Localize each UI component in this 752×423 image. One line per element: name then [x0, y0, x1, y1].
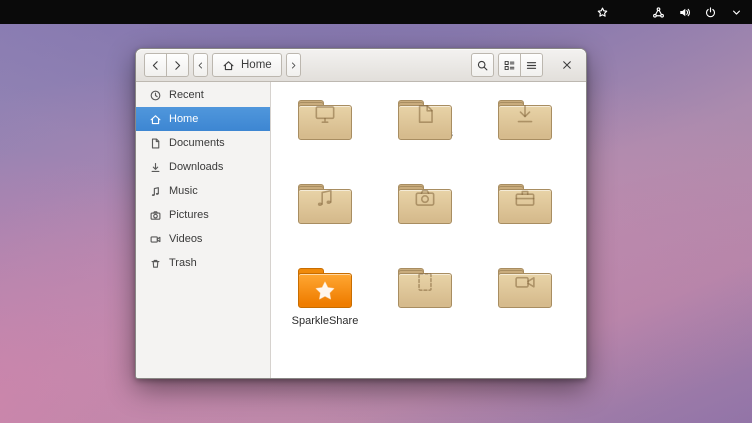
sidebar-item-label: Recent: [169, 89, 204, 101]
file-label: Projects: [505, 212, 545, 224]
window-body: Recent Home Documents Downloads Music: [136, 82, 586, 378]
sidebar: Recent Home Documents Downloads Music: [136, 82, 271, 378]
star-icon[interactable]: [596, 6, 609, 19]
volume-icon[interactable]: [678, 6, 691, 19]
music-emblem: [298, 191, 352, 205]
nav-button-group: [144, 53, 189, 77]
file-item-music[interactable]: Music: [298, 184, 352, 224]
menu-button[interactable]: [520, 53, 543, 77]
system-tray: [596, 6, 743, 19]
video-icon: [149, 233, 162, 246]
path-scroll-left-button[interactable]: [193, 53, 208, 77]
search-icon: [476, 59, 489, 72]
chevron-down-icon[interactable]: [730, 6, 743, 19]
templates-emblem: [398, 275, 452, 289]
file-label: Documents: [397, 128, 453, 140]
recent-icon: [149, 89, 162, 102]
file-label: Pictures: [405, 212, 445, 224]
close-button[interactable]: [556, 54, 578, 76]
sidebar-item-videos[interactable]: Videos: [136, 227, 270, 251]
folder-icon: [298, 268, 352, 308]
file-label: Videos: [508, 296, 541, 308]
sidebar-item-music[interactable]: Music: [136, 179, 270, 203]
file-label: Desktop: [305, 128, 345, 140]
sidebar-item-documents[interactable]: Documents: [136, 131, 270, 155]
folder-icon: [498, 270, 552, 289]
file-label: Music: [311, 212, 340, 224]
file-item-desktop[interactable]: Desktop: [298, 100, 352, 140]
folder-icon: [298, 186, 352, 205]
path-scroll-right-button[interactable]: [286, 53, 301, 77]
sidebar-item-home[interactable]: Home: [136, 107, 270, 131]
file-item-templates[interactable]: Templates: [398, 268, 452, 308]
file-label: Templates: [400, 296, 450, 308]
headerbar: Home: [136, 49, 586, 82]
videos-emblem: [498, 275, 552, 289]
folder-icon: [498, 186, 552, 205]
view-button-group: [498, 53, 543, 77]
sidebar-item-downloads[interactable]: Downloads: [136, 155, 270, 179]
menu-icon: [525, 59, 538, 72]
file-item-videos[interactable]: Videos: [498, 268, 552, 308]
sidebar-item-label: Videos: [169, 233, 202, 245]
home-icon: [222, 59, 235, 72]
folder-icon: [398, 186, 452, 205]
forward-button[interactable]: [166, 53, 189, 77]
trash-icon: [149, 257, 162, 270]
pictures-emblem: [398, 191, 452, 205]
path-home-button[interactable]: Home: [212, 53, 282, 77]
star-emblem: [298, 273, 352, 308]
chevron-right-icon: [289, 61, 298, 70]
power-icon[interactable]: [704, 6, 717, 19]
sidebar-item-recent[interactable]: Recent: [136, 83, 270, 107]
folder-icon: [498, 102, 552, 121]
sidebar-item-pictures[interactable]: Pictures: [136, 203, 270, 227]
downloads-emblem: [498, 107, 552, 121]
documents-emblem: [398, 107, 452, 121]
file-grid: Desktop Documents Downloads: [271, 82, 586, 378]
file-label: Downloads: [498, 128, 552, 140]
folder-icon: [398, 102, 452, 121]
file-item-sparkleshare[interactable]: SparkleShare: [277, 266, 373, 350]
folder-icon: [398, 270, 452, 289]
home-icon: [149, 113, 162, 126]
view-toggle-button[interactable]: [498, 53, 521, 77]
sidebar-item-label: Downloads: [169, 161, 223, 173]
files-window: Home: [135, 48, 587, 379]
document-icon: [149, 137, 162, 150]
view-toggle-icon: [503, 59, 516, 72]
top-bar: [0, 0, 752, 24]
chevron-right-icon: [171, 59, 184, 72]
desktop-wallpaper: Home: [0, 0, 752, 423]
network-icon[interactable]: [652, 6, 665, 19]
download-icon: [149, 161, 162, 174]
projects-emblem: [498, 191, 552, 205]
sidebar-item-label: Music: [169, 185, 198, 197]
folder-icon: [298, 102, 352, 121]
file-label: SparkleShare: [292, 315, 359, 327]
search-button[interactable]: [471, 53, 494, 77]
sidebar-item-trash[interactable]: Trash: [136, 251, 270, 275]
close-icon: [561, 59, 573, 71]
file-item-downloads[interactable]: Downloads: [498, 100, 552, 140]
sidebar-item-label: Trash: [169, 257, 197, 269]
file-item-pictures[interactable]: Pictures: [398, 184, 452, 224]
chevron-left-icon: [149, 59, 162, 72]
back-button[interactable]: [144, 53, 167, 77]
sidebar-item-label: Home: [169, 113, 198, 125]
camera-icon: [149, 209, 162, 222]
sidebar-item-label: Pictures: [169, 209, 209, 221]
path-label: Home: [241, 59, 272, 71]
music-icon: [149, 185, 162, 198]
desktop-emblem: [298, 107, 352, 121]
chevron-left-icon: [196, 61, 205, 70]
sidebar-item-label: Documents: [169, 137, 225, 149]
file-item-documents[interactable]: Documents: [398, 100, 452, 140]
file-item-projects[interactable]: Projects: [498, 184, 552, 224]
